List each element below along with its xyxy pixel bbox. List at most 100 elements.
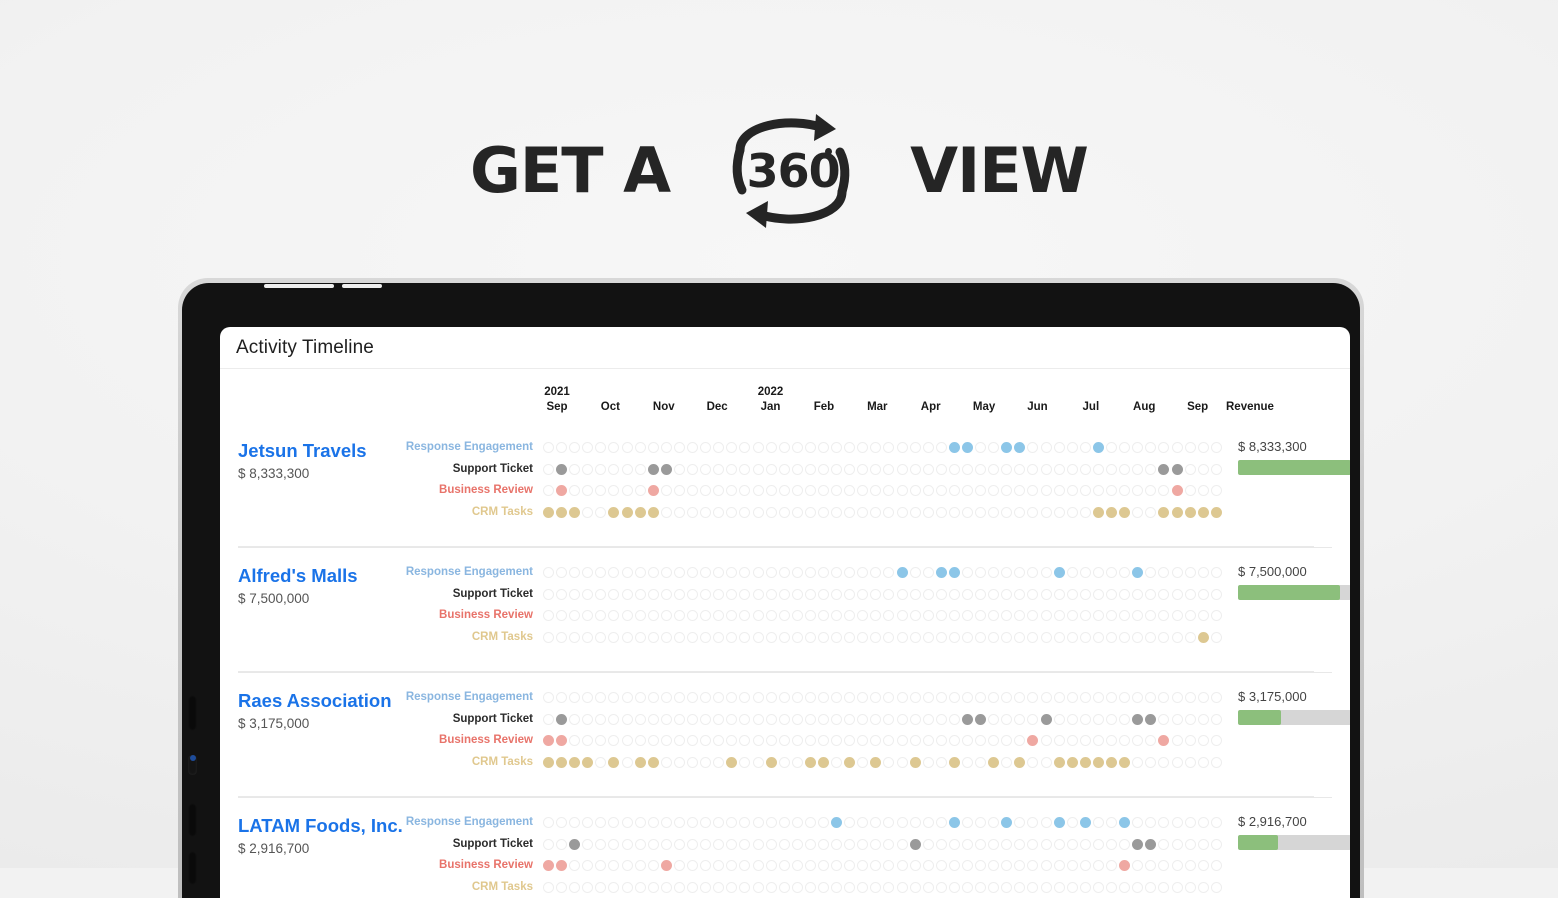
activity-dot-empty[interactable] (1132, 882, 1143, 893)
activity-dot-empty[interactable] (1106, 464, 1117, 475)
activity-dot-empty[interactable] (1119, 692, 1130, 703)
activity-dot-empty[interactable] (936, 882, 947, 893)
activity-dot-empty[interactable] (831, 507, 842, 518)
activity-dot-active[interactable] (897, 567, 908, 578)
activity-dot-empty[interactable] (844, 860, 855, 871)
activity-dot-empty[interactable] (622, 714, 633, 725)
activity-dot-empty[interactable] (883, 860, 894, 871)
activity-dot-empty[interactable] (1198, 692, 1209, 703)
activity-dot-empty[interactable] (556, 632, 567, 643)
activity-dot-empty[interactable] (766, 632, 777, 643)
activity-dot-active[interactable] (635, 507, 646, 518)
activity-dot-empty[interactable] (897, 714, 908, 725)
activity-dot-empty[interactable] (883, 817, 894, 828)
activity-dot-empty[interactable] (1014, 735, 1025, 746)
activity-dot-empty[interactable] (792, 757, 803, 768)
activity-dot-empty[interactable] (831, 610, 842, 621)
activity-dot-empty[interactable] (1067, 882, 1078, 893)
activity-dot-empty[interactable] (622, 442, 633, 453)
activity-dot-empty[interactable] (779, 610, 790, 621)
activity-dot-empty[interactable] (687, 507, 698, 518)
table-row[interactable]: Raes Association$ 3,175,000Response Enga… (238, 673, 1332, 798)
activity-dot-empty[interactable] (883, 735, 894, 746)
activity-dot-empty[interactable] (870, 692, 881, 703)
activity-dot-empty[interactable] (897, 442, 908, 453)
activity-dot-empty[interactable] (569, 610, 580, 621)
activity-dot-empty[interactable] (779, 817, 790, 828)
activity-dot-empty[interactable] (674, 860, 685, 871)
activity-dot-empty[interactable] (818, 692, 829, 703)
activity-dot-empty[interactable] (1185, 714, 1196, 725)
activity-dot-empty[interactable] (1080, 632, 1091, 643)
activity-dot-empty[interactable] (1211, 839, 1222, 850)
activity-dot-empty[interactable] (1185, 692, 1196, 703)
activity-dot-empty[interactable] (1067, 839, 1078, 850)
activity-dot-empty[interactable] (1211, 567, 1222, 578)
activity-dot-empty[interactable] (936, 442, 947, 453)
activity-dot-empty[interactable] (1080, 882, 1091, 893)
activity-dot-empty[interactable] (883, 442, 894, 453)
activity-dot-active[interactable] (1145, 714, 1156, 725)
activity-dot-empty[interactable] (949, 610, 960, 621)
activity-dot-empty[interactable] (857, 610, 868, 621)
activity-dot-empty[interactable] (1080, 610, 1091, 621)
activity-dot-empty[interactable] (1041, 757, 1052, 768)
activity-dot-empty[interactable] (1185, 485, 1196, 496)
activity-dot-empty[interactable] (635, 610, 646, 621)
activity-dot-empty[interactable] (923, 692, 934, 703)
activity-dot-empty[interactable] (910, 610, 921, 621)
activity-dot-active[interactable] (661, 464, 672, 475)
activity-dot-empty[interactable] (1172, 567, 1183, 578)
activity-dot-empty[interactable] (753, 464, 764, 475)
activity-dot-empty[interactable] (975, 610, 986, 621)
activity-dot-empty[interactable] (661, 735, 672, 746)
activity-dot-empty[interactable] (1145, 485, 1156, 496)
activity-dot-empty[interactable] (923, 567, 934, 578)
activity-dot-empty[interactable] (1211, 882, 1222, 893)
activity-dot-empty[interactable] (582, 735, 593, 746)
activity-dot-empty[interactable] (962, 757, 973, 768)
activity-dot-empty[interactable] (1198, 464, 1209, 475)
activity-dot-empty[interactable] (582, 692, 593, 703)
activity-dot-empty[interactable] (818, 485, 829, 496)
activity-dot-empty[interactable] (897, 757, 908, 768)
activity-dot-empty[interactable] (556, 610, 567, 621)
activity-dot-empty[interactable] (1106, 735, 1117, 746)
activity-dot-empty[interactable] (883, 714, 894, 725)
activity-dot-empty[interactable] (543, 817, 554, 828)
activity-dot-empty[interactable] (1132, 817, 1143, 828)
activity-dot-empty[interactable] (661, 882, 672, 893)
activity-dot-empty[interactable] (1054, 589, 1065, 600)
activity-dot-empty[interactable] (582, 632, 593, 643)
activity-dot-empty[interactable] (870, 567, 881, 578)
activity-dot-empty[interactable] (1119, 632, 1130, 643)
activity-dot-empty[interactable] (1106, 714, 1117, 725)
activity-dot-empty[interactable] (766, 485, 777, 496)
activity-dot-empty[interactable] (818, 442, 829, 453)
activity-dot-empty[interactable] (1172, 714, 1183, 725)
activity-dot-empty[interactable] (726, 442, 737, 453)
activity-dot-empty[interactable] (1211, 632, 1222, 643)
activity-dot-empty[interactable] (779, 464, 790, 475)
activity-dot-empty[interactable] (1185, 589, 1196, 600)
activity-dot-empty[interactable] (543, 692, 554, 703)
activity-dot-empty[interactable] (779, 735, 790, 746)
activity-dot-empty[interactable] (962, 507, 973, 518)
activity-dot-empty[interactable] (1145, 882, 1156, 893)
activity-dot-empty[interactable] (1172, 735, 1183, 746)
activity-dot-empty[interactable] (739, 632, 750, 643)
activity-dot-empty[interactable] (1185, 567, 1196, 578)
activity-dot-empty[interactable] (726, 714, 737, 725)
activity-dot-empty[interactable] (713, 464, 724, 475)
activity-dot-empty[interactable] (713, 507, 724, 518)
activity-dot-empty[interactable] (857, 632, 868, 643)
activity-dot-empty[interactable] (805, 589, 816, 600)
activity-dot-empty[interactable] (1067, 692, 1078, 703)
activity-dot-empty[interactable] (1054, 692, 1065, 703)
activity-dot-empty[interactable] (975, 589, 986, 600)
activity-dot-empty[interactable] (1211, 692, 1222, 703)
activity-dot-empty[interactable] (844, 735, 855, 746)
activity-dot-empty[interactable] (779, 567, 790, 578)
activity-dot-empty[interactable] (608, 632, 619, 643)
activity-dot-empty[interactable] (1001, 464, 1012, 475)
